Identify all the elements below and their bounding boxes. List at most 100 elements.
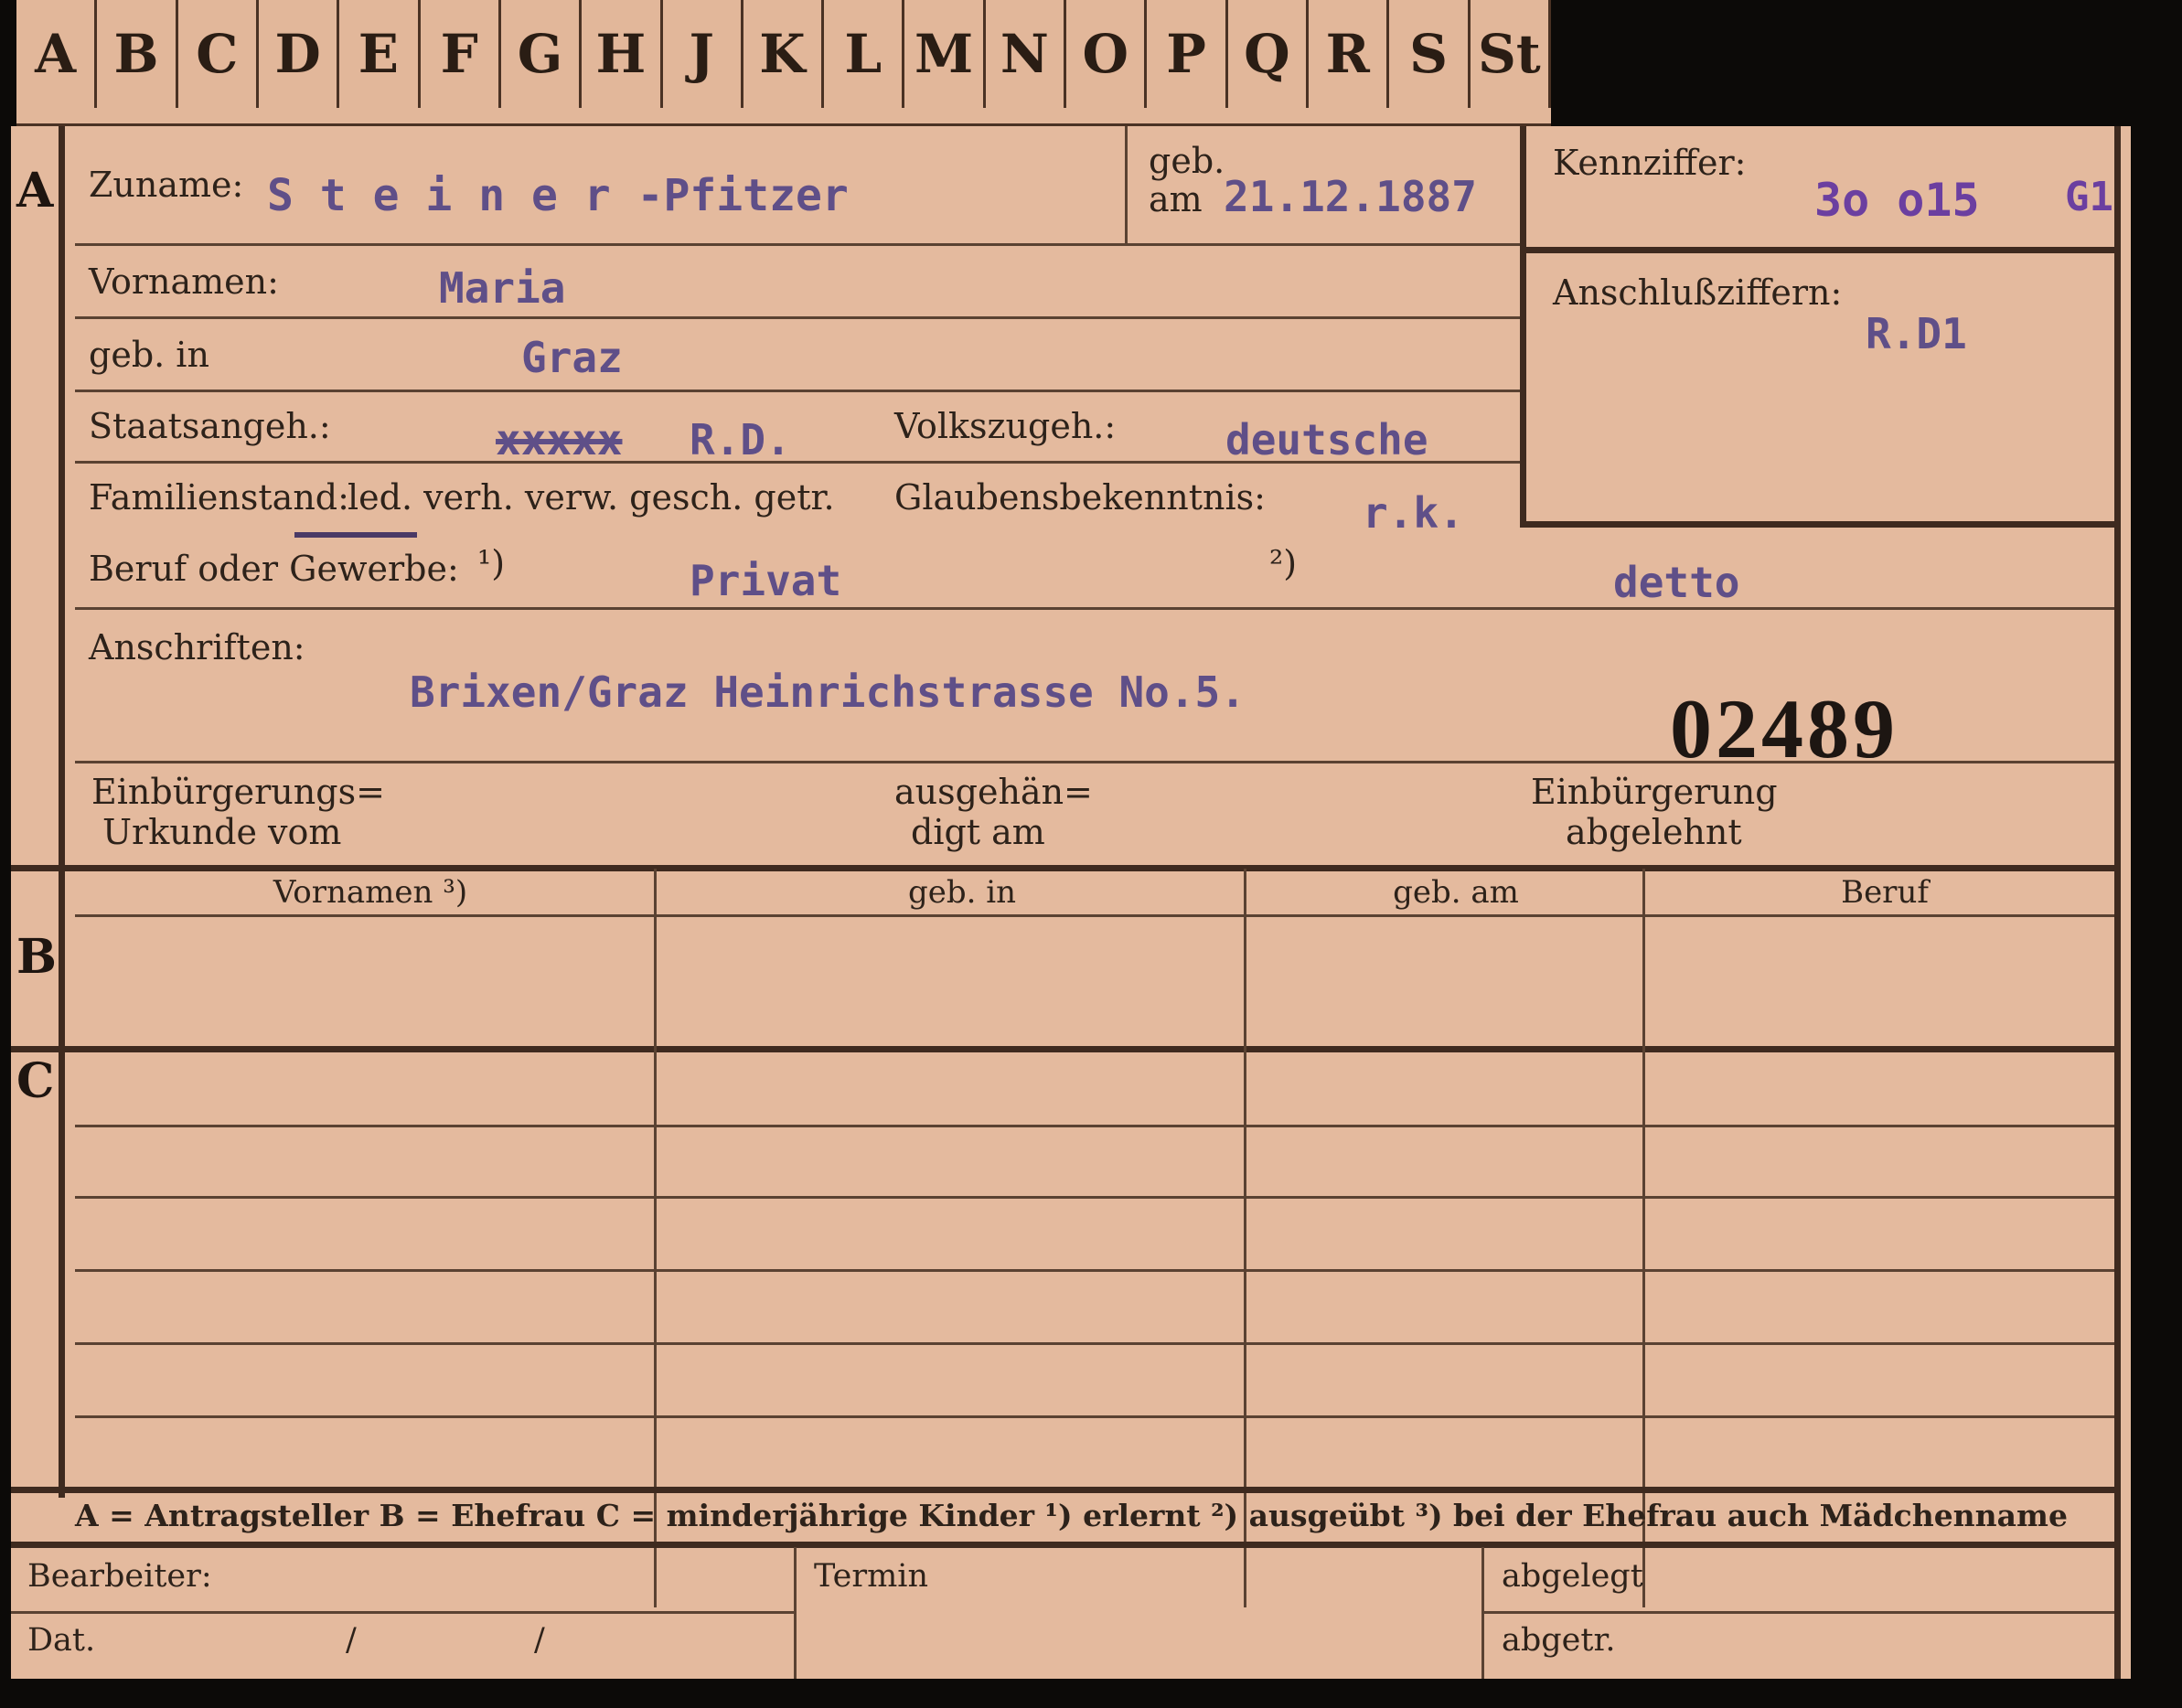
ausgehaendigt-label-2: digt am <box>911 812 1045 852</box>
anschriften-label: Anschriften: <box>89 627 305 667</box>
bearbeiter-label: Bearbeiter: <box>27 1558 212 1595</box>
zuname-label: Zuname: <box>89 165 244 205</box>
section-c-top-rule <box>11 1046 2120 1052</box>
termin-label: Termin <box>814 1558 928 1595</box>
col-divider-2 <box>1244 869 1246 1607</box>
familienstand-label: Familienstand: <box>89 477 349 518</box>
index-tab-q[interactable]: Q <box>1228 0 1310 108</box>
index-tab-l[interactable]: L <box>824 0 905 108</box>
kennziffer-suffix: G1 <box>2065 174 2113 220</box>
geb-in-value: Graz <box>521 333 623 382</box>
legend-top-rule <box>11 1487 2120 1493</box>
index-tab-r[interactable]: R <box>1309 0 1390 108</box>
c-row-rule-4 <box>75 1342 2114 1345</box>
section-c-marker: C <box>16 1053 55 1109</box>
index-tab-g[interactable]: G <box>501 0 583 108</box>
index-tab-c[interactable]: C <box>178 0 259 108</box>
volkszugeh-label: Volkszugeh.: <box>894 406 1117 446</box>
dat-slash-2: / <box>534 1622 545 1659</box>
stamped-number: 02489 <box>1670 682 1899 775</box>
legend-text: A = Antragsteller B = Ehefrau C = minder… <box>75 1498 2068 1533</box>
left-margin-rule <box>59 126 65 1498</box>
anschlussziffern-value: R.D1 <box>1866 309 1967 358</box>
col-header-vornamen: Vornamen ³) <box>273 874 468 911</box>
anschlussziffern-label: Anschlußziffern: <box>1553 272 1843 313</box>
index-tab-o[interactable]: O <box>1066 0 1148 108</box>
rule-zuname <box>75 243 1520 246</box>
volkszugeh-value: deutsche <box>1225 415 1428 464</box>
col-header-beruf: Beruf <box>1841 874 1929 911</box>
kennziffer-value: 3o o15 <box>1814 174 1980 227</box>
header-rule <box>75 914 2114 917</box>
einbuergerung-label-1: Einbürgerungs= <box>91 772 385 812</box>
ausgehaendigt-label-1: ausgehän= <box>894 772 1093 812</box>
c-row-rule-1 <box>75 1125 2114 1127</box>
rule-vornamen <box>75 316 1520 319</box>
admin-rule-left <box>11 1611 794 1614</box>
dat-slash-1: / <box>346 1622 357 1659</box>
familienstand-underline-mark <box>294 532 417 538</box>
index-tab-s[interactable]: S <box>1389 0 1471 108</box>
admin-divider-1 <box>794 1547 797 1679</box>
glaubensbekenntnis-label: Glaubensbekenntnis: <box>894 477 1266 518</box>
dat-label: Dat. <box>27 1622 96 1659</box>
col-header-geb-am: geb. am <box>1393 874 1519 911</box>
col-header-geb-in: geb. in <box>907 874 1017 911</box>
c-row-rule-3 <box>75 1269 2114 1272</box>
anschrift-value: Brixen/Graz Heinrichstrasse No.5. <box>410 667 1246 717</box>
rule-geb-in <box>75 390 1520 392</box>
beruf-label: Beruf oder Gewerbe: <box>89 549 459 589</box>
abgelegt-label: abgelegt <box>1502 1558 1643 1595</box>
beruf-erlernt-value: Privat <box>690 556 842 605</box>
zuname-value: S t e i n e r -Pfitzer <box>267 170 849 221</box>
vornamen-value: Maria <box>439 263 566 313</box>
geb-am-label-1: geb. <box>1149 141 1225 181</box>
rule-beruf <box>75 607 2114 610</box>
einbuergerung-label-2: Urkunde vom <box>102 812 342 852</box>
vornamen-label: Vornamen: <box>89 262 279 302</box>
index-tab-k[interactable]: K <box>743 0 825 108</box>
staatsangeh-struck-value: xxxxx <box>496 415 623 464</box>
index-tab-j[interactable]: J <box>663 0 743 108</box>
col-divider-3 <box>1642 869 1645 1607</box>
abgelehnt-label-2: abgelehnt <box>1566 812 1742 852</box>
registration-card: A Zuname: S t e i n e r -Pfitzer geb. am… <box>11 126 2131 1679</box>
kennziffer-box-mid <box>1520 247 2120 253</box>
geb-in-label: geb. in <box>89 335 209 375</box>
geb-am-divider <box>1125 126 1128 243</box>
index-tab-a[interactable]: A <box>16 0 98 108</box>
abgetr-label: abgetr. <box>1502 1622 1616 1659</box>
index-tab-f[interactable]: F <box>421 0 501 108</box>
index-tab-p[interactable]: P <box>1147 0 1228 108</box>
staatsangeh-label: Staatsangeh.: <box>89 406 331 446</box>
index-tab-h[interactable]: H <box>582 0 663 108</box>
index-tab-strip: A B C D E F G H J K L M N O P Q R S St <box>16 0 1551 129</box>
abgelehnt-label-1: Einbürgerung <box>1531 772 1778 812</box>
beruf-note-2: ²) <box>1269 543 1298 583</box>
kennziffer-box-bottom <box>1520 521 2120 528</box>
section-b-marker: B <box>16 929 57 985</box>
index-tab-e[interactable]: E <box>339 0 421 108</box>
col-divider-1 <box>654 869 657 1607</box>
right-border <box>2114 126 2121 1679</box>
admin-rule-right <box>1481 1611 2114 1614</box>
familienstand-options: led. verh. verw. gesch. getr. <box>348 477 835 518</box>
index-tab-b[interactable]: B <box>97 0 178 108</box>
c-row-rule-2 <box>75 1196 2114 1199</box>
staatsangeh-value: R.D. <box>690 415 791 464</box>
kennziffer-box-left <box>1520 126 1526 527</box>
kennziffer-label: Kennziffer: <box>1553 143 1747 183</box>
glaubensbekenntnis-value: r.k. <box>1363 488 1464 538</box>
index-tab-n[interactable]: N <box>986 0 1067 108</box>
legend-bottom-rule <box>11 1542 2120 1548</box>
index-tab-m[interactable]: M <box>904 0 986 108</box>
index-tab-st[interactable]: St <box>1471 0 1551 108</box>
beruf-note-1: ¹) <box>477 543 506 583</box>
geb-am-label-2: am <box>1149 179 1203 219</box>
geb-am-value: 21.12.1887 <box>1224 172 1477 221</box>
beruf-ausgeuebt-value: detto <box>1613 558 1740 607</box>
section-a-marker: A <box>16 163 54 219</box>
c-row-rule-5 <box>75 1415 2114 1418</box>
section-b-top-rule <box>11 865 2120 871</box>
index-tab-d[interactable]: D <box>259 0 340 108</box>
